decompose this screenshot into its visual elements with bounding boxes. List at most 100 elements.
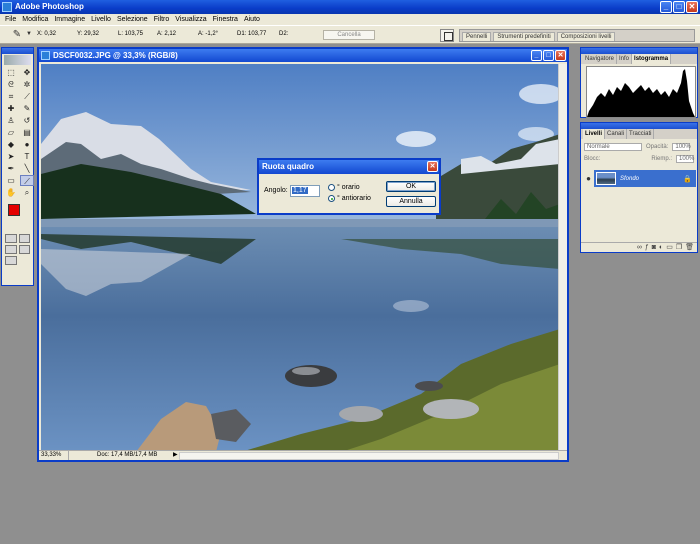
layer-lock-icon: 🔒 (683, 175, 692, 183)
menu-bar: File Modifica Immagine Livello Selezione… (0, 14, 700, 25)
visibility-eye-icon[interactable]: ● (583, 170, 594, 187)
magic-wand-tool-icon[interactable]: ✲ (20, 79, 34, 90)
dialog-close-button[interactable]: ✕ (427, 161, 438, 172)
eyedropper-tool-icon[interactable]: ⟋ (20, 175, 34, 186)
layer-mask-icon[interactable]: ◙ (652, 244, 656, 251)
move-tool-icon[interactable]: ✥ (20, 67, 34, 78)
eraser-tool-icon[interactable]: ▱ (4, 127, 18, 138)
distance1-readout: D1: 103,77 (237, 31, 267, 37)
fill-input[interactable]: 100% (676, 154, 694, 163)
well-tab-composizioni[interactable]: Composizioni livelli (556, 32, 616, 41)
pen-tool-icon[interactable]: ✒ (4, 163, 18, 174)
link-layers-icon[interactable]: ∞ (637, 244, 642, 251)
menu-livello[interactable]: Livello (88, 14, 114, 25)
toolbox-titlebar[interactable] (2, 48, 33, 54)
brush-tool-icon[interactable]: ✎ (20, 103, 34, 114)
layer-row-background[interactable]: ● Sfondo 🔒 (583, 170, 696, 187)
status-menu-arrow-icon[interactable]: ▶ (173, 451, 178, 460)
maximize-button[interactable]: □ (673, 1, 685, 13)
close-button[interactable]: ✕ (686, 1, 698, 13)
document-titlebar[interactable]: DSCF0032.JPG @ 33,3% (RGB/8) _ □ ✕ (39, 49, 567, 62)
lasso-tool-icon[interactable]: ᘓ (4, 79, 18, 90)
quick-mask-mode-icon[interactable] (18, 234, 30, 243)
menu-finestra[interactable]: Finestra (210, 14, 241, 25)
menu-file[interactable]: File (2, 14, 19, 25)
hand-tool-icon[interactable]: ✋ (4, 187, 18, 198)
radio-counterclockwise-dot (328, 195, 335, 202)
opacity-label: Opacità: (646, 143, 669, 150)
image-canvas[interactable] (41, 64, 560, 452)
menu-immagine[interactable]: Immagine (51, 14, 88, 25)
clone-stamp-tool-icon[interactable]: ♙ (4, 115, 18, 126)
tab-layers[interactable]: Livelli (583, 129, 606, 139)
layers-panel-footer: ∞ ƒ ◙ ◐ ▭ ❐ 🗑 (581, 242, 697, 252)
vertical-scrollbar[interactable] (558, 64, 567, 452)
minimize-button[interactable]: _ (660, 1, 672, 13)
blend-mode-select[interactable]: Normale (584, 142, 642, 151)
trash-icon[interactable]: 🗑 (685, 244, 694, 251)
standard-mode-icon[interactable] (5, 234, 17, 243)
histogram-panel-titlebar[interactable] (581, 48, 697, 54)
doc-minimize-button[interactable]: _ (531, 50, 542, 61)
document-window: DSCF0032.JPG @ 33,3% (RGB/8) _ □ ✕ 33,33… (37, 47, 569, 462)
histogram-graph (586, 66, 696, 118)
radio-clockwise[interactable]: ° orario (328, 184, 360, 191)
new-layer-icon[interactable]: ❐ (676, 244, 682, 251)
healing-brush-tool-icon[interactable]: ✚ (4, 103, 18, 114)
dialog-titlebar[interactable]: Ruota quadro ✕ (259, 160, 439, 174)
layers-panel-titlebar[interactable] (581, 123, 697, 129)
history-brush-tool-icon[interactable]: ↺ (20, 115, 34, 126)
type-tool-icon[interactable]: T (20, 151, 34, 162)
menu-selezione[interactable]: Selezione (114, 14, 151, 25)
menu-filtro[interactable]: Filtro (151, 14, 173, 25)
doc-close-button[interactable]: ✕ (555, 50, 566, 61)
path-selection-tool-icon[interactable]: ➤ (4, 151, 18, 162)
ruler-tool-icon[interactable]: ✎ (10, 29, 24, 41)
tab-navigator[interactable]: Navigatore (583, 54, 618, 64)
menu-visualizza[interactable]: Visualizza (172, 14, 209, 25)
photoshop-logo-icon (2, 2, 12, 12)
notes-tool-icon[interactable]: ▭ (4, 175, 18, 186)
marquee-tool-icon[interactable]: ⬚ (4, 67, 18, 78)
tab-channels[interactable]: Canali (605, 129, 628, 139)
gradient-tool-icon[interactable]: ▤ (20, 127, 34, 138)
well-tab-strumenti[interactable]: Strumenti predefiniti (493, 32, 555, 41)
jump-to-imageready-icon[interactable] (5, 256, 17, 265)
dodge-tool-icon[interactable]: ● (20, 139, 34, 150)
radio-counterclockwise-label: ° antiorario (337, 195, 371, 202)
foreground-color-swatch[interactable] (8, 204, 20, 216)
document-size-info: Doc: 17,4 MB/17,4 MB (97, 452, 158, 458)
slice-tool-icon[interactable]: ⟋ (20, 91, 34, 102)
blur-tool-icon[interactable]: ◆ (4, 139, 18, 150)
adobe-online-icon[interactable] (4, 55, 31, 65)
menu-modifica[interactable]: Modifica (19, 14, 51, 25)
clear-button[interactable]: Cancella (323, 30, 375, 40)
crop-tool-icon[interactable]: ⌗ (4, 91, 18, 102)
adjustment-layer-icon[interactable]: ◐ (659, 244, 663, 251)
screen-mode-icon[interactable] (5, 245, 17, 254)
tab-info[interactable]: Info (617, 54, 633, 64)
cancel-button[interactable]: Annulla (386, 196, 436, 207)
dialog-title: Ruota quadro (262, 162, 314, 171)
height-readout: A: 2,12 (157, 31, 177, 37)
zoom-tool-icon[interactable]: ⌕ (20, 187, 34, 198)
horizontal-scrollbar[interactable] (179, 452, 559, 460)
full-screen-mode-icon[interactable] (18, 245, 30, 254)
opacity-input[interactable]: 100% (672, 142, 691, 151)
zoom-level[interactable]: 33,33% (41, 451, 69, 460)
radio-counterclockwise[interactable]: ° antiorario (328, 195, 371, 202)
ok-button[interactable]: OK (386, 181, 436, 192)
angle-readout: A: -1,2° (198, 31, 219, 37)
tab-paths[interactable]: Tracciati (627, 129, 655, 139)
doc-maximize-button[interactable]: □ (543, 50, 554, 61)
palette-well: Pennelli Strumenti predefiniti Composizi… (459, 29, 695, 42)
new-group-icon[interactable]: ▭ (666, 244, 673, 251)
well-tab-pennelli[interactable]: Pennelli (462, 32, 492, 41)
tab-histogram[interactable]: Istogramma (632, 54, 672, 64)
angle-input[interactable]: 1,17 (290, 185, 320, 197)
palette-well-icon[interactable] (440, 29, 454, 42)
tool-preset-chevron-down-icon[interactable]: ▼ (26, 31, 32, 37)
shape-tool-icon[interactable]: ╲ (20, 163, 34, 174)
menu-aiuto[interactable]: Aiuto (241, 14, 263, 25)
layer-style-icon[interactable]: ƒ (645, 244, 649, 251)
